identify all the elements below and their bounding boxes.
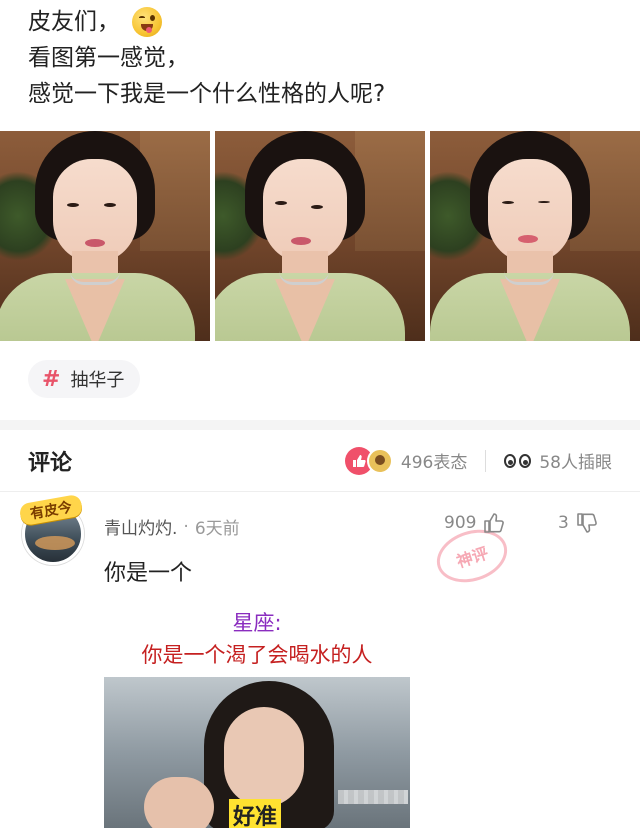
comment-like-button[interactable]: 909 — [444, 511, 506, 535]
comments-header: 评论 496表态 58人插眼 — [0, 430, 640, 492]
comment-like-count: 909 — [444, 513, 477, 533]
watermark — [338, 790, 408, 804]
stats-separator — [485, 449, 487, 472]
comments-title: 评论 — [28, 450, 73, 476]
photo-grid — [0, 131, 640, 341]
reactions-count: 496表态 — [400, 453, 468, 473]
poop-icon — [366, 447, 393, 474]
eyes-icon[interactable] — [504, 453, 532, 468]
comment-dislike-button[interactable]: 3 — [558, 511, 599, 535]
post-line-1: 皮友们， — [28, 4, 618, 40]
photo-1[interactable] — [0, 131, 210, 341]
comment-username[interactable]: 青山灼灼. — [104, 514, 177, 539]
post-line-1-text: 皮友们， — [28, 9, 120, 35]
reactions-button[interactable] — [344, 446, 393, 475]
meme-photo: 好准 — [104, 677, 410, 828]
topic-tag[interactable]: # 抽华子 — [28, 360, 141, 398]
comment-dislike-count: 3 — [558, 513, 569, 533]
meta-dot: · — [183, 516, 189, 537]
meme-subtitle: 你是一个渴了会喝水的人 — [141, 643, 373, 667]
post-line-3: 感觉一下我是一个什么性格的人呢? — [28, 81, 386, 107]
thumbs-down-outline-icon — [577, 513, 597, 533]
thumbs-up-outline-icon — [484, 513, 505, 533]
photo-3[interactable] — [430, 131, 640, 341]
comments-stats: 496表态 58人插眼 — [344, 446, 612, 475]
topic-label: 抽华子 — [70, 370, 125, 391]
section-divider — [0, 420, 640, 430]
meme-title: 星座: — [232, 611, 282, 635]
meme-caption: 好准 — [229, 799, 282, 828]
hash-icon: # — [42, 366, 61, 392]
peeks-count: 58人插眼 — [539, 453, 612, 473]
comment-text: 你是一个 — [104, 561, 193, 586]
post-text: 皮友们， 看图第一感觉， 感觉一下我是一个什么性格的人呢? — [28, 4, 618, 112]
comment-meta: 青山灼灼. · 6天前 — [104, 514, 240, 540]
comment-time: 6天前 — [194, 519, 240, 539]
photo-2[interactable] — [215, 131, 425, 341]
comment-item: 有皮今 青山灼灼. · 6天前 神评 909 3 你是一个 星座: 你是一个渴了… — [0, 493, 640, 828]
post-line-2: 看图第一感觉， — [28, 45, 189, 71]
winking-tongue-emoji-icon — [132, 7, 162, 37]
